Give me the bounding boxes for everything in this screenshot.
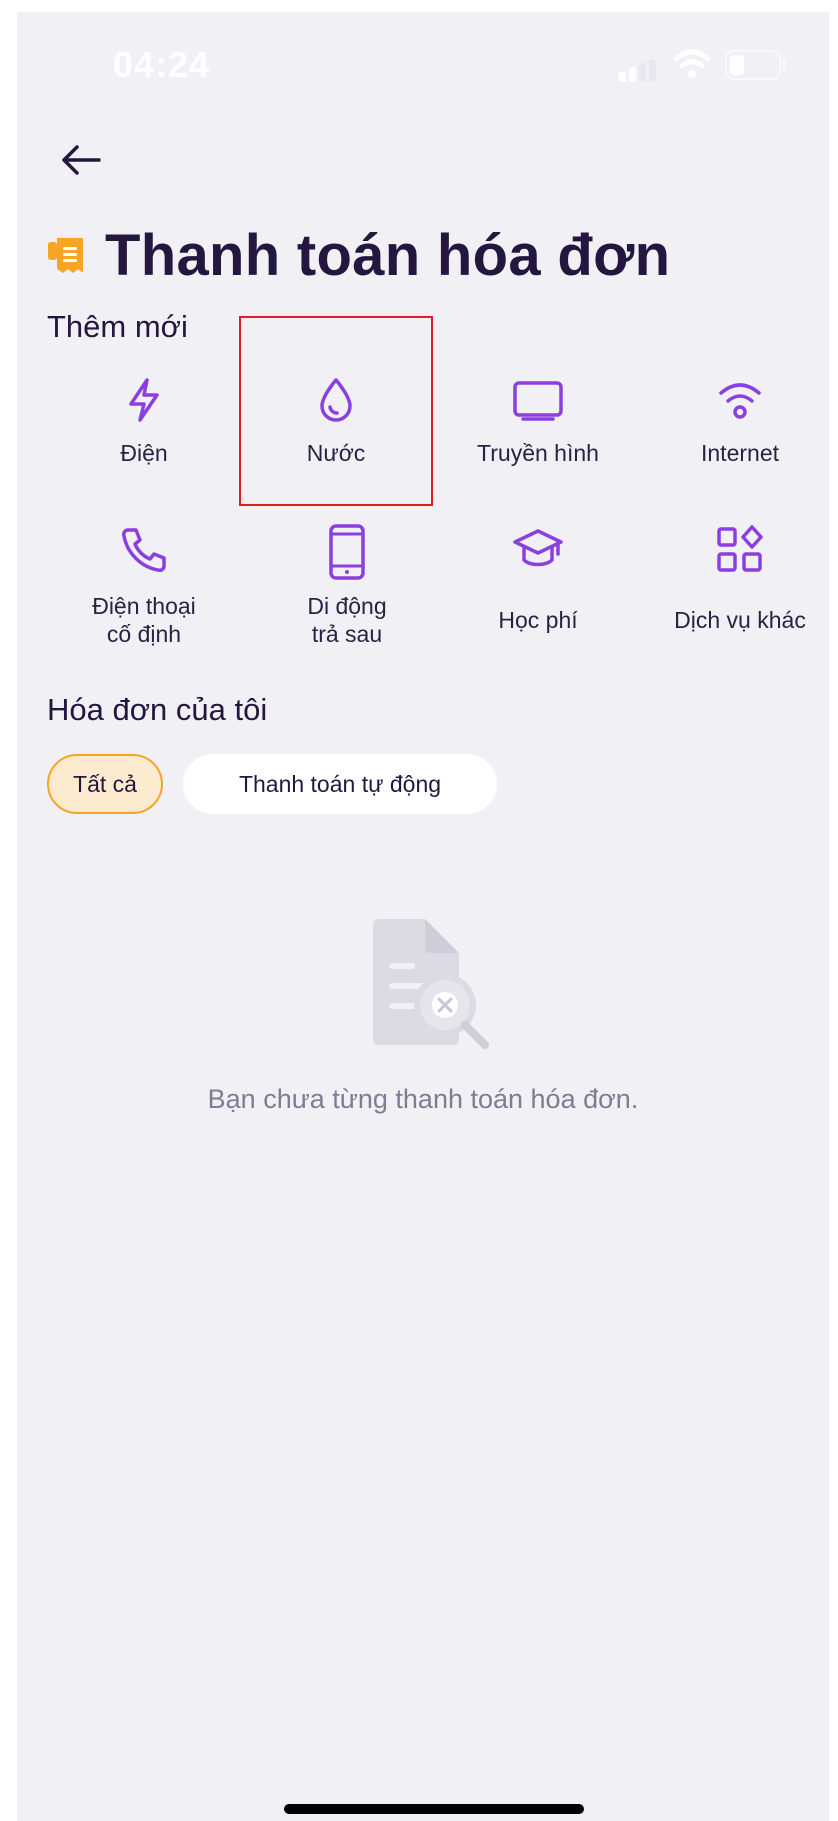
service-label: Học phí xyxy=(498,607,578,633)
service-label: Điện xyxy=(120,440,168,466)
service-label-line1: Di động xyxy=(307,593,387,619)
battery-icon xyxy=(725,50,786,80)
service-tv[interactable]: Truyền hình xyxy=(438,375,638,467)
service-electricity[interactable]: Điện xyxy=(44,375,244,467)
service-tuition[interactable]: Học phí xyxy=(438,524,638,634)
wifi-status-icon xyxy=(673,49,711,78)
service-label: Nước xyxy=(306,440,366,466)
chip-label: Tất cả xyxy=(73,770,137,797)
service-label: Truyền hình xyxy=(477,440,599,466)
title-row: Thanh toán hóa đơn xyxy=(47,222,670,289)
status-bar: 04:24 xyxy=(17,12,829,112)
chip-label: Thanh toán tự động xyxy=(238,770,442,797)
mobile-icon xyxy=(329,524,365,580)
status-time: 04:24 xyxy=(113,44,211,85)
back-button[interactable] xyxy=(53,132,113,192)
add-new-section-title: Thêm mới xyxy=(47,309,188,344)
empty-document-search-icon xyxy=(373,919,489,1049)
empty-state-message: Bạn chưa từng thanh toán hóa đơn. xyxy=(207,1084,639,1114)
receipt-icon xyxy=(48,237,83,273)
phone-icon xyxy=(122,528,166,572)
water-drop-icon xyxy=(320,378,352,422)
my-bills-section-title: Hóa đơn của tôi xyxy=(47,692,268,727)
service-label-line2: cố định xyxy=(106,621,182,647)
filter-all-chip[interactable]: Tất cả xyxy=(47,754,163,814)
grid-apps-icon xyxy=(717,525,763,572)
graduation-cap-icon xyxy=(513,529,563,567)
service-label-line1: Điện thoại xyxy=(92,593,196,619)
service-landline[interactable]: Điện thoại cố định xyxy=(44,524,244,648)
wifi-icon xyxy=(719,383,761,419)
service-other[interactable]: Dịch vụ khác xyxy=(640,524,829,634)
service-postpaid-mobile[interactable]: Di động trả sau xyxy=(247,524,447,648)
page-title: Thanh toán hóa đơn xyxy=(105,223,671,288)
service-water[interactable]: Nước xyxy=(236,375,436,467)
tv-icon xyxy=(513,381,563,421)
arrow-left-icon xyxy=(62,145,101,175)
service-label: Internet xyxy=(701,440,779,466)
lightning-icon xyxy=(129,378,159,422)
signal-icon xyxy=(619,60,656,82)
home-indicator xyxy=(284,1804,584,1814)
service-label: Dịch vụ khác xyxy=(674,607,806,633)
filter-auto-payment-chip[interactable]: Thanh toán tự động xyxy=(183,754,497,814)
service-label-line2: trả sau xyxy=(311,621,383,647)
screen: 04:24 Thanh toán hóa đơn Thêm mới Điện N… xyxy=(17,12,829,1821)
service-internet[interactable]: Internet xyxy=(640,375,829,467)
